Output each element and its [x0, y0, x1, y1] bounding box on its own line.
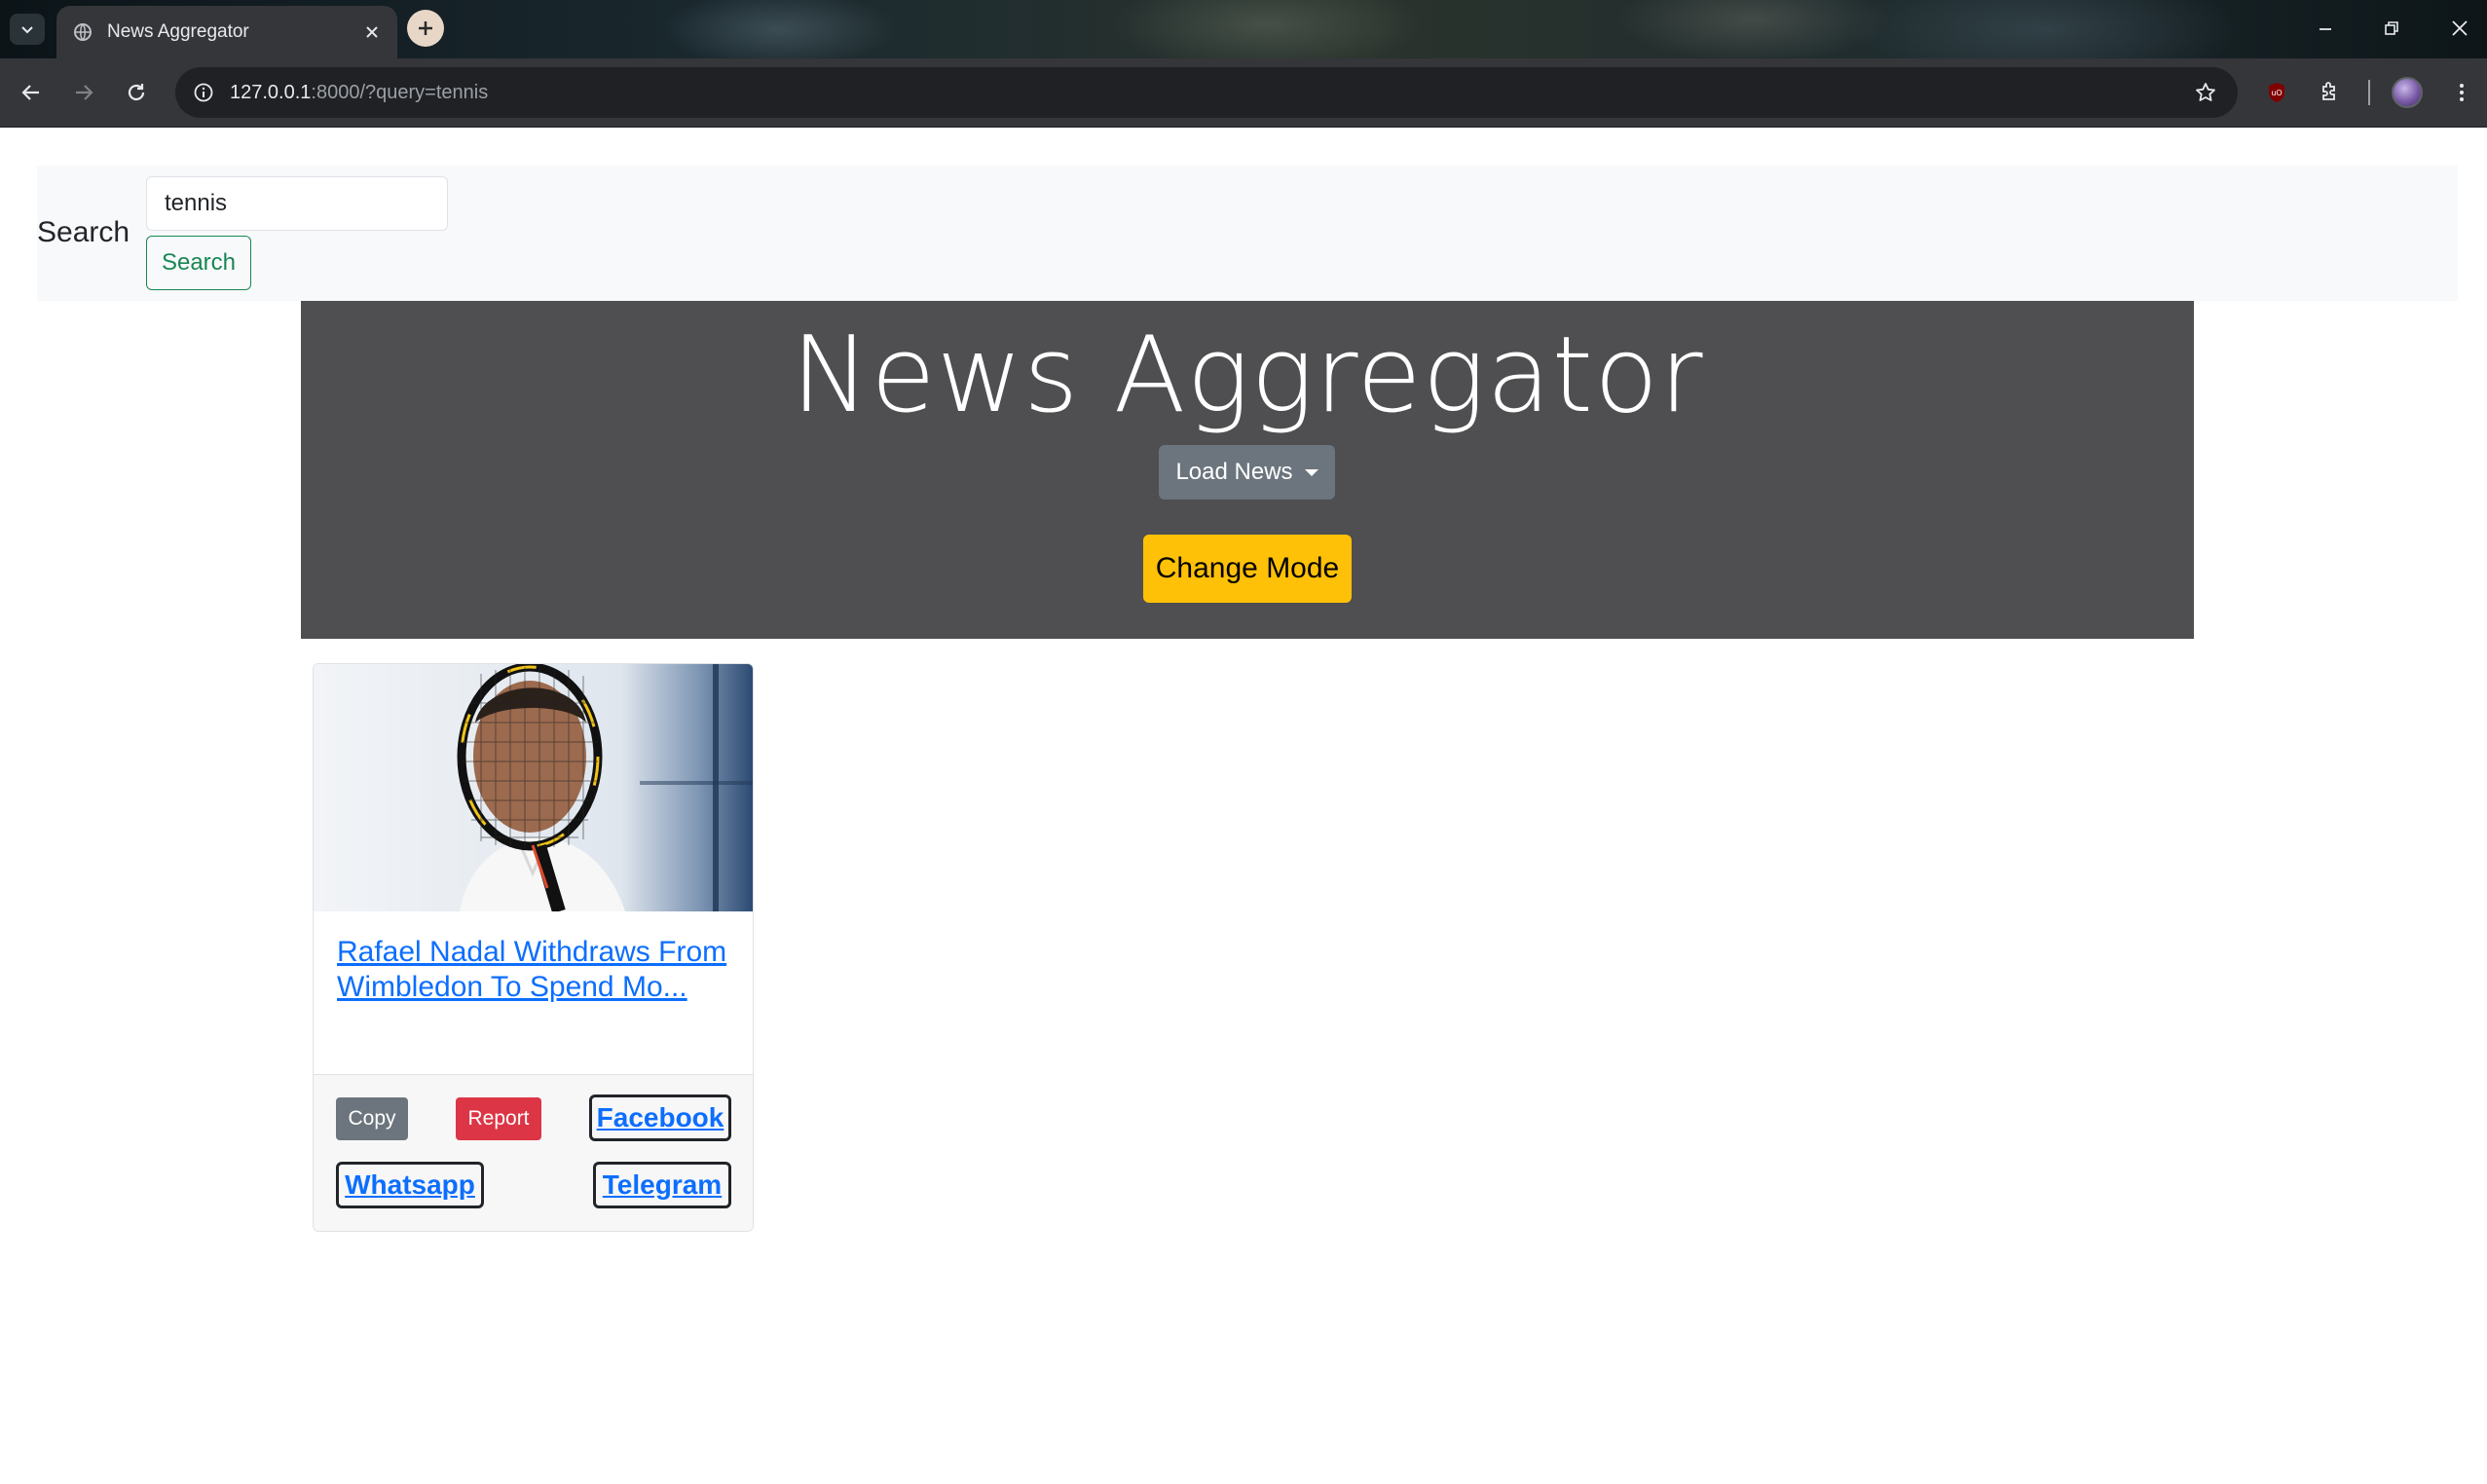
- bookmark-star-icon[interactable]: [2191, 78, 2220, 107]
- load-news-label: Load News: [1175, 459, 1293, 485]
- globe-icon: [72, 21, 93, 43]
- close-window-button[interactable]: [2440, 14, 2479, 43]
- load-news-dropdown[interactable]: Load News: [1159, 445, 1335, 500]
- news-card: Rafael Nadal Withdraws From Wimbledon To…: [313, 663, 754, 1232]
- report-button[interactable]: Report: [456, 1097, 541, 1140]
- arrow-left-icon: [21, 85, 39, 100]
- search-input[interactable]: [146, 176, 448, 231]
- browser-tab-strip: News Aggregator: [0, 0, 2487, 58]
- search-button[interactable]: Search: [146, 236, 251, 290]
- chevron-down-icon: [21, 26, 33, 34]
- card-footer: Copy Report Facebook Whatsapp Telegram: [314, 1074, 753, 1231]
- tab-close-icon[interactable]: [358, 19, 386, 46]
- browser-tab[interactable]: News Aggregator: [56, 6, 397, 58]
- search-bar: Search Search: [37, 166, 2458, 301]
- url-path: :8000/?query=tennis: [311, 81, 489, 103]
- url-text: 127.0.0.1:8000/?query=tennis: [230, 82, 488, 104]
- copy-button[interactable]: Copy: [336, 1097, 408, 1140]
- svg-text:uO: uO: [2271, 89, 2282, 97]
- plus-icon: [419, 21, 432, 35]
- change-mode-button[interactable]: Change Mode: [1143, 535, 1352, 603]
- telegram-share-link[interactable]: Telegram: [593, 1162, 731, 1208]
- close-icon: [2452, 20, 2468, 36]
- toolbar-divider: [2368, 80, 2370, 105]
- site-info-icon[interactable]: [189, 78, 218, 107]
- article-title-link[interactable]: Rafael Nadal Withdraws From Wimbledon To…: [337, 935, 736, 1005]
- restore-icon: [2385, 21, 2398, 35]
- tab-title: News Aggregator: [107, 21, 249, 42]
- page-title: News Aggregator: [791, 315, 1704, 436]
- url-host: 127.0.0.1: [230, 81, 312, 103]
- back-button[interactable]: [14, 75, 49, 110]
- ublock-extension-icon[interactable]: uO: [2259, 75, 2294, 110]
- facebook-share-link[interactable]: Facebook: [589, 1094, 731, 1141]
- minimize-button[interactable]: [2306, 14, 2345, 43]
- new-tab-button[interactable]: [407, 10, 444, 47]
- restore-button[interactable]: [2372, 14, 2411, 43]
- reload-icon: [128, 84, 145, 101]
- search-label: Search: [37, 216, 130, 248]
- browser-toolbar: 127.0.0.1:8000/?query=tennis uO: [0, 58, 2487, 128]
- more-menu-icon[interactable]: [2444, 75, 2479, 110]
- extensions-puzzle-icon[interactable]: [2312, 75, 2347, 110]
- arrow-right-icon: [76, 85, 93, 100]
- tab-search-button[interactable]: [10, 14, 45, 45]
- whatsapp-share-link[interactable]: Whatsapp: [336, 1162, 484, 1208]
- profile-avatar[interactable]: [2392, 77, 2423, 108]
- hero-banner: News Aggregator Load News Change Mode: [301, 301, 2194, 639]
- caret-down-icon: [1304, 468, 1318, 476]
- forward-button[interactable]: [66, 75, 101, 110]
- reload-button[interactable]: [119, 75, 154, 110]
- address-bar[interactable]: 127.0.0.1:8000/?query=tennis: [175, 67, 2238, 118]
- minimize-icon: [2320, 28, 2331, 30]
- news-image[interactable]: [314, 664, 753, 911]
